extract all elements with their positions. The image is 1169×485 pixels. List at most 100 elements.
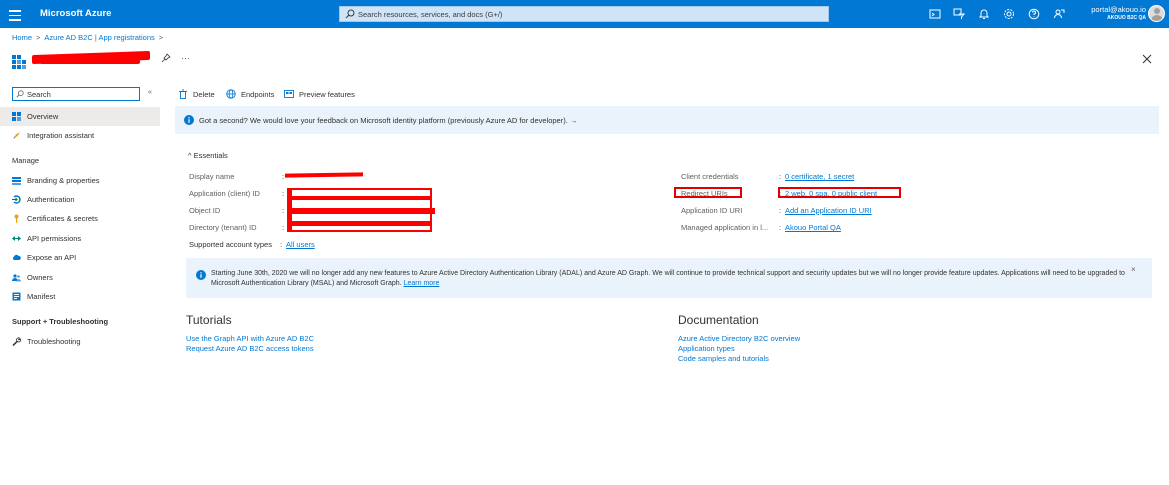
collapse-sidebar-button[interactable]: «	[148, 89, 152, 96]
app-registration-icon	[12, 55, 26, 69]
client-credentials-label: Client credentials	[681, 172, 739, 181]
feedback-icon[interactable]	[1053, 8, 1065, 20]
owners-icon	[12, 274, 21, 282]
sidebar-item-branding[interactable]: Branding & properties	[0, 171, 160, 190]
sidebar-item-certificates[interactable]: Certificates & secrets	[0, 209, 160, 228]
colon: :	[779, 172, 782, 181]
app-id-uri-label: Application ID URI	[681, 206, 743, 215]
account-types-link[interactable]: All users	[286, 240, 315, 249]
sidebar-item-label: Manifest	[27, 292, 56, 301]
wrench-icon	[12, 337, 21, 346]
notifications-icon[interactable]	[978, 8, 990, 20]
preview-label: Preview features	[299, 90, 355, 99]
endpoints-label: Endpoints	[241, 90, 275, 99]
search-placeholder: Search resources, services, and docs (G+…	[358, 10, 503, 19]
redaction-bar	[287, 196, 432, 200]
breadcrumb: Home > Azure AD B2C | App registrations >	[12, 33, 164, 42]
client-credentials-link[interactable]: 0 certificate, 1 secret	[785, 172, 854, 181]
avatar[interactable]	[1148, 5, 1165, 22]
sidebar-item-troubleshooting[interactable]: Troubleshooting	[0, 332, 160, 351]
sidebar-item-expose-api[interactable]: Expose an API	[0, 248, 160, 267]
settings-icon[interactable]	[1003, 8, 1015, 20]
redacted-display-name	[285, 172, 363, 178]
delete-label: Delete	[193, 90, 215, 99]
pin-icon[interactable]	[161, 53, 171, 63]
sidebar-item-label: Overview	[27, 112, 59, 121]
documentation-link[interactable]: Azure Active Directory B2C overview	[678, 334, 800, 344]
help-icon[interactable]	[1028, 8, 1040, 20]
sidebar-item-label: Integration assistant	[27, 131, 95, 140]
top-bar: Microsoft Azure Search resources, servic…	[0, 0, 1169, 28]
chevron-up-icon: ^	[188, 151, 192, 160]
arrow-right-icon: →	[569, 116, 578, 125]
breadcrumb-app-registrations[interactable]: Azure AD B2C | App registrations	[44, 33, 154, 42]
tenant-id-label: Directory (tenant) ID	[189, 223, 257, 232]
redirect-uris-value-highlight	[778, 187, 901, 198]
sidebar: Search « Overview Integration assistant …	[0, 82, 163, 382]
learn-more-link[interactable]: Learn more	[404, 280, 440, 287]
colon: :	[282, 189, 285, 198]
api-permissions-icon	[12, 236, 21, 241]
tutorial-link[interactable]: Use the Graph API with Azure AD B2C	[186, 334, 314, 344]
tutorials-links: Use the Graph API with Azure AD B2C Requ…	[186, 334, 314, 354]
search-icon	[16, 90, 24, 98]
colon: :	[280, 240, 283, 249]
manifest-icon	[12, 292, 21, 301]
breadcrumb-home[interactable]: Home	[12, 33, 32, 42]
close-icon[interactable]: ×	[1131, 265, 1136, 274]
managed-app-link[interactable]: Akouo Portal QA	[785, 223, 841, 232]
sidebar-item-manifest[interactable]: Manifest	[0, 287, 160, 306]
rocket-icon	[13, 132, 20, 139]
redacted-page-title-strike	[40, 59, 140, 64]
sidebar-search-input[interactable]: Search	[12, 87, 140, 101]
documentation-heading: Documentation	[678, 313, 759, 327]
more-options-icon[interactable]: ···	[181, 53, 190, 63]
redaction-bar	[287, 221, 432, 226]
redaction-bar	[289, 188, 292, 232]
account-email: portal@akouo.io	[1091, 5, 1146, 14]
cloud-shell-icon[interactable]	[929, 8, 941, 20]
colon: :	[779, 206, 782, 215]
key-icon	[14, 214, 19, 223]
preview-features-button[interactable]: Preview features	[284, 88, 364, 102]
sidebar-item-authentication[interactable]: Authentication	[0, 190, 160, 209]
sidebar-item-label: Expose an API	[27, 253, 77, 262]
documentation-link[interactable]: Application types	[678, 344, 800, 354]
display-name-label: Display name	[189, 172, 235, 181]
documentation-links: Azure Active Directory B2C overview Appl…	[678, 334, 800, 364]
feedback-text: Got a second? We would love your feedbac…	[199, 116, 578, 125]
account-info[interactable]: portal@akouo.io AKOUO B2C QA	[1082, 5, 1146, 21]
sidebar-item-api-permissions[interactable]: API permissions	[0, 229, 160, 248]
overview-icon	[12, 112, 21, 121]
directory-filter-icon[interactable]	[953, 8, 966, 20]
managed-app-label: Managed application in l...	[681, 223, 769, 232]
redirect-uris-label-highlight	[674, 187, 742, 198]
sidebar-item-label: Owners	[27, 273, 53, 282]
search-icon	[345, 9, 355, 19]
deprecation-notice: Starting June 30th, 2020 we will no long…	[186, 258, 1152, 298]
tutorial-link[interactable]: Request Azure AD B2C access tokens	[186, 344, 314, 354]
info-icon	[184, 115, 194, 125]
preview-icon	[284, 90, 294, 98]
support-heading: Support + Troubleshooting	[12, 317, 109, 326]
sidebar-item-label: Certificates & secrets	[27, 214, 98, 223]
sidebar-item-label: Authentication	[27, 195, 75, 204]
global-search-input[interactable]: Search resources, services, and docs (G+…	[339, 6, 829, 22]
cloud-icon	[12, 254, 21, 260]
feedback-banner[interactable]: Got a second? We would love your feedbac…	[175, 106, 1159, 134]
endpoints-button[interactable]: Endpoints	[226, 88, 281, 102]
delete-button[interactable]: Delete	[178, 88, 220, 102]
app-id-uri-link[interactable]: Add an Application ID URI	[785, 206, 872, 215]
account-org: AKOUO B2C QA	[1107, 15, 1146, 21]
sidebar-item-overview[interactable]: Overview	[0, 107, 160, 126]
documentation-link[interactable]: Code samples and tutorials	[678, 354, 800, 364]
menu-icon[interactable]	[9, 7, 21, 21]
colon: :	[282, 206, 285, 215]
essentials-toggle[interactable]: ^ Essentials	[188, 151, 228, 160]
sidebar-item-integration-assistant[interactable]: Integration assistant	[0, 126, 160, 145]
sidebar-item-owners[interactable]: Owners	[0, 268, 160, 287]
colon: :	[779, 223, 782, 232]
branding-icon	[12, 177, 21, 185]
brand-title[interactable]: Microsoft Azure	[40, 8, 111, 19]
close-icon[interactable]	[1142, 54, 1152, 64]
